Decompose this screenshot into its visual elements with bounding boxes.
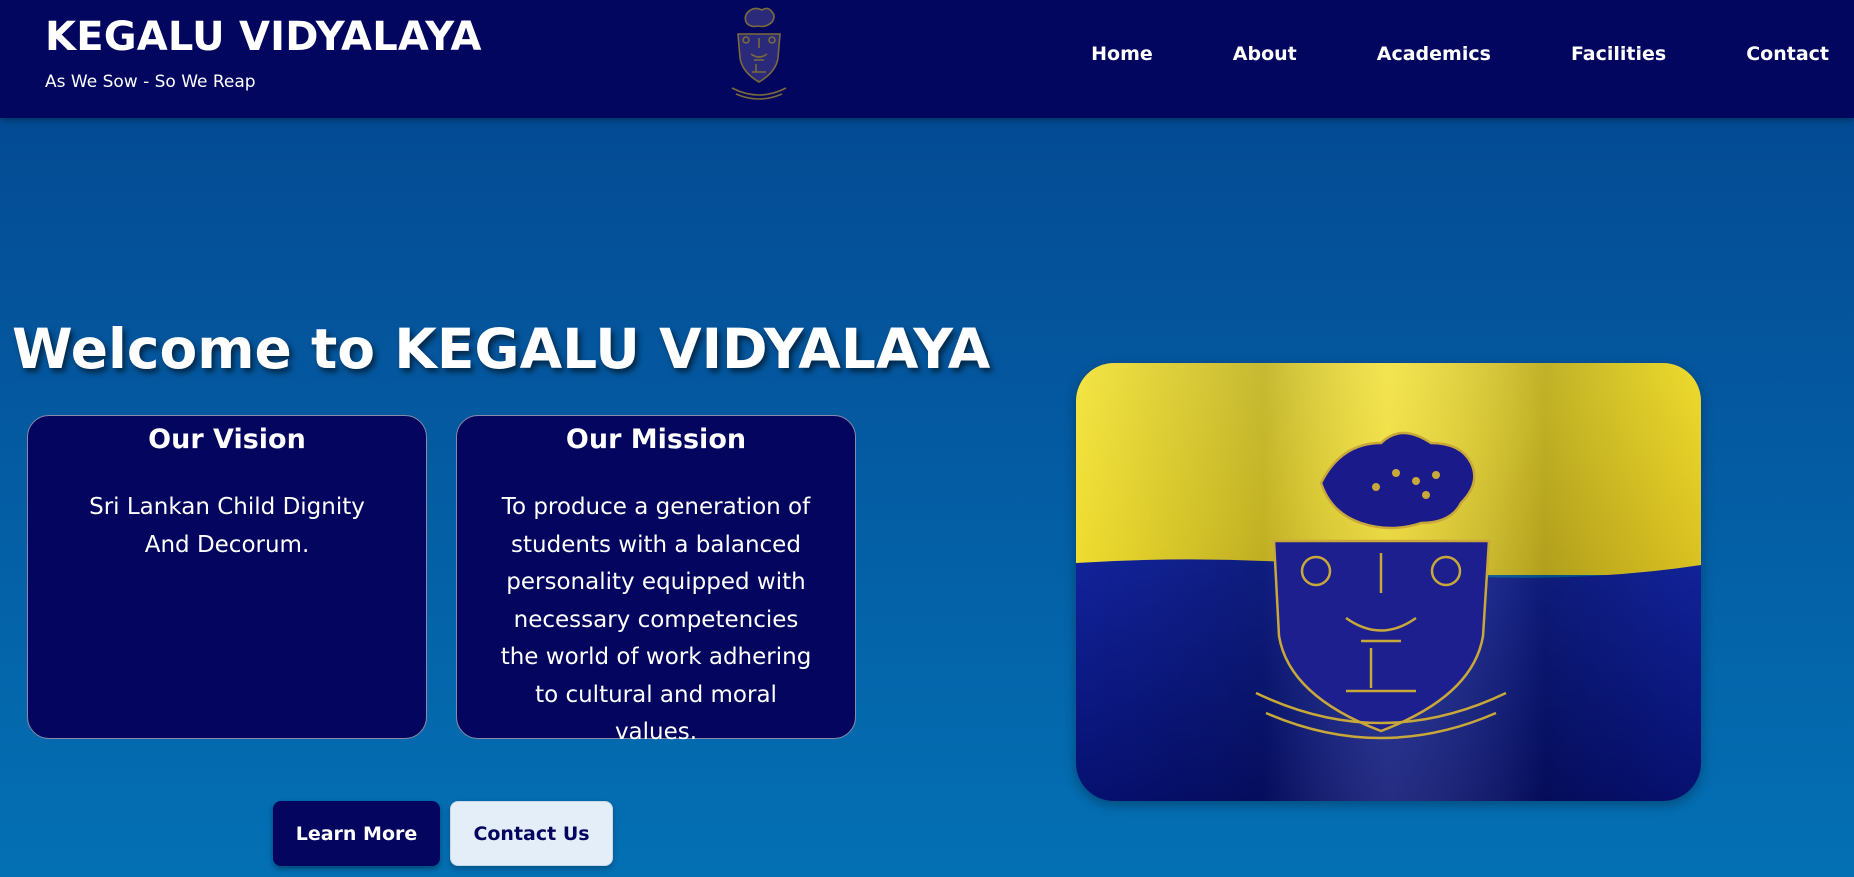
mission-heading: Our Mission xyxy=(565,424,747,455)
mission-card: Our Mission To produce a generation of s… xyxy=(456,415,856,745)
school-flag-image xyxy=(1076,363,1701,801)
mission-text: To produce a generation of students with… xyxy=(500,494,812,745)
main-nav: Home About Academics Facilities Contact xyxy=(1011,0,1829,108)
top-navbar: KEGALU VIDYALAYA As We Sow - So We Reap … xyxy=(0,0,1854,118)
vision-card: Our Vision Sri Lankan Child Dignity And … xyxy=(27,415,427,739)
learn-more-button[interactable]: Learn More xyxy=(273,801,440,866)
nav-academics[interactable]: Academics xyxy=(1377,43,1491,65)
school-crest-icon[interactable] xyxy=(726,4,792,106)
contact-us-button[interactable]: Contact Us xyxy=(450,801,613,866)
nav-facilities[interactable]: Facilities xyxy=(1571,43,1666,65)
nav-contact[interactable]: Contact xyxy=(1746,43,1829,65)
site-title[interactable]: KEGALU VIDYALAYA xyxy=(45,14,482,60)
nav-about[interactable]: About xyxy=(1233,43,1297,65)
site-tagline: As We Sow - So We Reap xyxy=(45,72,256,92)
vision-text: Sri Lankan Child Dignity And Decorum. xyxy=(89,494,365,558)
vision-heading: Our Vision xyxy=(148,424,306,455)
hero-title: Welcome to KEGALU VIDYALAYA xyxy=(12,316,991,381)
nav-home[interactable]: Home xyxy=(1091,43,1153,65)
